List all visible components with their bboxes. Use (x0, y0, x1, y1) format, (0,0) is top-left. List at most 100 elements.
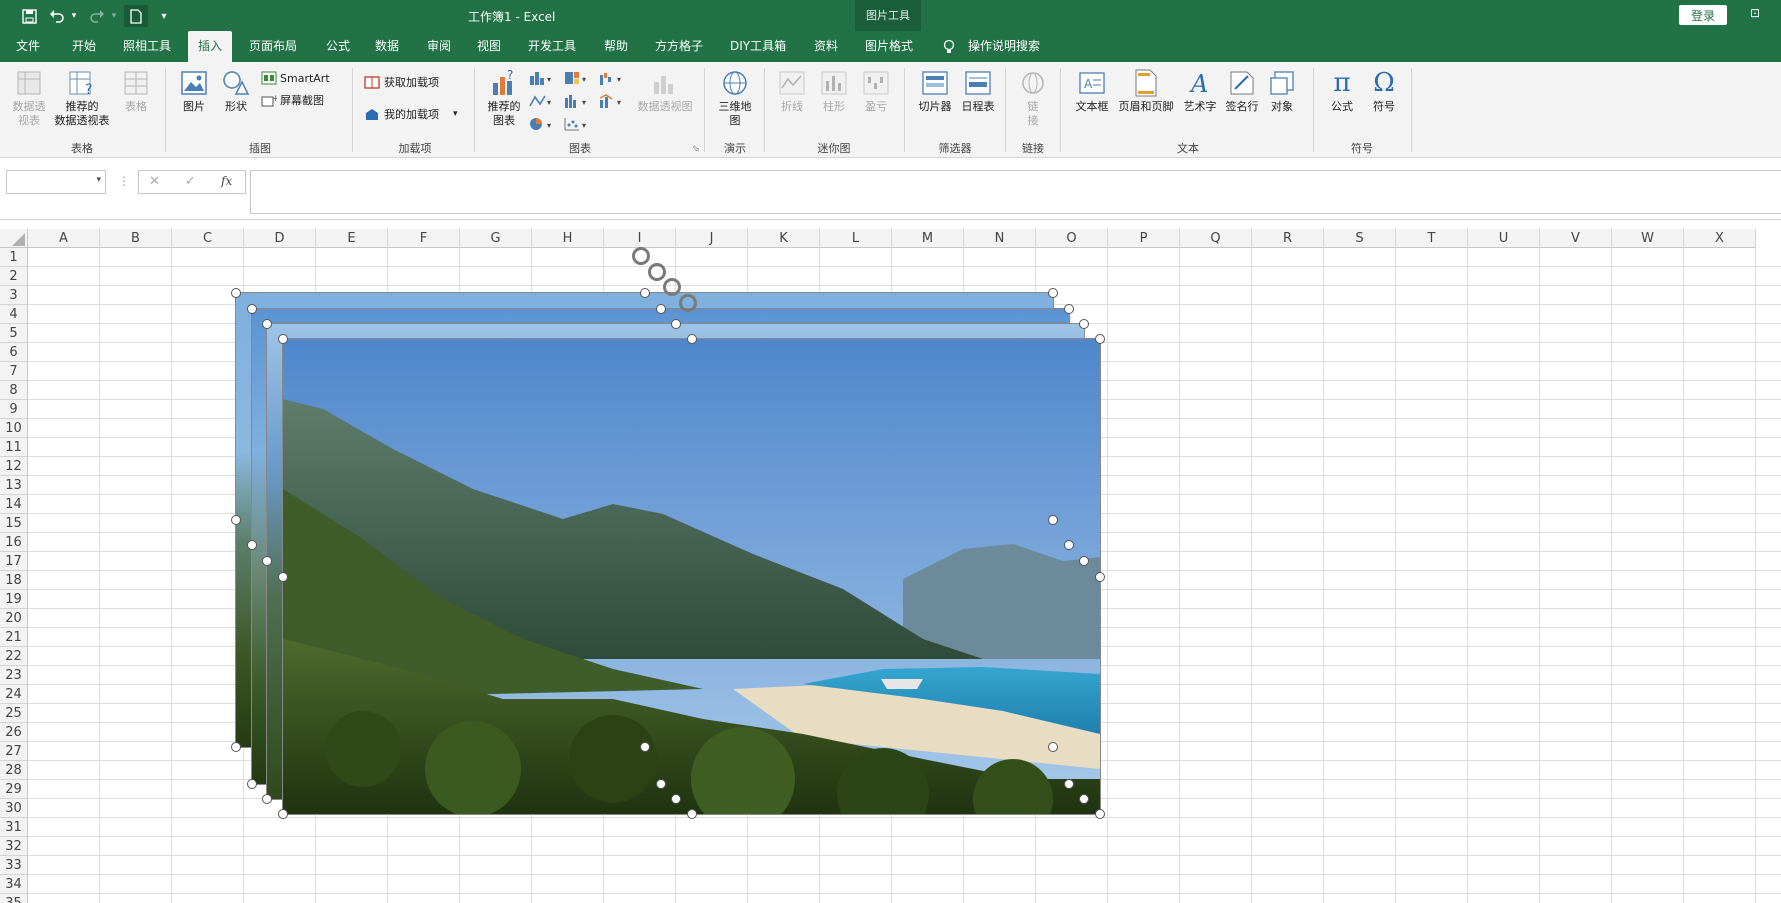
stat-chart-button[interactable]: ▾ (563, 93, 591, 109)
pie-chart-button[interactable]: ▾ (528, 116, 556, 132)
tab-home[interactable]: 开始 (72, 31, 96, 62)
row-header-32[interactable]: 32 (0, 837, 28, 856)
tab-file[interactable]: 文件 (16, 31, 40, 62)
column-chart-button[interactable]: ▾ (528, 70, 556, 86)
my-addins-dropdown-icon[interactable]: ▾ (453, 109, 458, 119)
smartart-button[interactable]: SmartArt (261, 70, 330, 86)
rotate-handle-icon[interactable] (679, 294, 697, 312)
tab-developer[interactable]: 开发工具 (528, 31, 576, 62)
row-header-15[interactable]: 15 (0, 514, 28, 533)
resize-handle[interactable] (247, 540, 257, 550)
recommended-pivot-button[interactable]: ? 推荐的 数据透视表 (50, 68, 114, 128)
row-header-28[interactable]: 28 (0, 761, 28, 780)
row-header-11[interactable]: 11 (0, 438, 28, 457)
equation-button[interactable]: π 公式 (1324, 68, 1360, 114)
row-header-5[interactable]: 5 (0, 324, 28, 343)
select-all-corner[interactable] (0, 229, 28, 248)
object-button[interactable]: 对象 (1264, 68, 1300, 114)
tab-data[interactable]: 数据 (375, 31, 399, 62)
tab-page-layout[interactable]: 页面布局 (249, 31, 297, 62)
column-header-a[interactable]: A (28, 229, 100, 248)
column-header-l[interactable]: L (820, 229, 892, 248)
symbol-button[interactable]: Ω 符号 (1366, 68, 1402, 114)
column-header-r[interactable]: R (1252, 229, 1324, 248)
row-header-22[interactable]: 22 (0, 647, 28, 666)
resize-handle[interactable] (1079, 794, 1089, 804)
resize-handle[interactable] (1095, 809, 1105, 819)
row-header-7[interactable]: 7 (0, 362, 28, 381)
resize-handle[interactable] (687, 809, 697, 819)
timeline-button[interactable]: 日程表 (955, 68, 1001, 114)
column-header-m[interactable]: M (892, 229, 964, 248)
resize-handle[interactable] (278, 572, 288, 582)
resize-handle[interactable] (262, 794, 272, 804)
column-header-c[interactable]: C (172, 229, 244, 248)
resize-handle[interactable] (1064, 779, 1074, 789)
resize-handle[interactable] (262, 319, 272, 329)
recommended-charts-button[interactable]: ? 推荐的 图表 (482, 68, 526, 128)
row-header-4[interactable]: 4 (0, 305, 28, 324)
row-header-25[interactable]: 25 (0, 704, 28, 723)
resize-handle[interactable] (247, 304, 257, 314)
resize-handle[interactable] (231, 288, 241, 298)
login-button[interactable]: 登录 (1679, 5, 1727, 25)
column-header-w[interactable]: W (1612, 229, 1684, 248)
column-header-p[interactable]: P (1108, 229, 1180, 248)
insert-function-icon[interactable]: fx (221, 174, 232, 188)
row-header-2[interactable]: 2 (0, 267, 28, 286)
resize-handle[interactable] (1048, 288, 1058, 298)
row-header-10[interactable]: 10 (0, 419, 28, 438)
signature-line-button[interactable]: 签名行 (1222, 68, 1262, 114)
tab-fangfangezi[interactable]: 方方格子 (655, 31, 703, 62)
rotate-handle-icon[interactable] (648, 263, 666, 281)
customize-qat-icon[interactable]: ▾ (156, 5, 172, 27)
resize-handle[interactable] (278, 809, 288, 819)
column-header-h[interactable]: H (532, 229, 604, 248)
ribbon-display-icon[interactable]: ⊡ (1750, 6, 1760, 20)
resize-handle[interactable] (656, 304, 666, 314)
my-addins-button[interactable]: 我的加载项 ▾ (364, 106, 458, 122)
resize-handle[interactable] (671, 319, 681, 329)
scatter-chart-button[interactable]: ▾ (563, 116, 591, 132)
row-header-27[interactable]: 27 (0, 742, 28, 761)
row-header-33[interactable]: 33 (0, 856, 28, 875)
resize-handle[interactable] (640, 288, 650, 298)
get-addins-button[interactable]: 获取加载项 (364, 74, 439, 90)
column-header-x[interactable]: X (1684, 229, 1756, 248)
row-header-29[interactable]: 29 (0, 780, 28, 799)
rotate-handle-icon[interactable] (663, 278, 681, 296)
column-header-n[interactable]: N (964, 229, 1036, 248)
row-header-34[interactable]: 34 (0, 875, 28, 894)
waterfall-chart-button[interactable]: ▾ (598, 70, 626, 86)
rotate-handle-icon[interactable] (632, 247, 650, 265)
row-header-9[interactable]: 9 (0, 400, 28, 419)
resize-handle[interactable] (1064, 304, 1074, 314)
row-header-23[interactable]: 23 (0, 666, 28, 685)
tab-camera-tools[interactable]: 照相工具 (123, 31, 171, 62)
wordart-button[interactable]: A 艺术字 (1180, 68, 1220, 114)
row-header-19[interactable]: 19 (0, 590, 28, 609)
column-header-u[interactable]: U (1468, 229, 1540, 248)
column-header-d[interactable]: D (244, 229, 316, 248)
column-header-e[interactable]: E (316, 229, 388, 248)
resize-handle[interactable] (1095, 572, 1105, 582)
resize-handle[interactable] (687, 334, 697, 344)
row-header-6[interactable]: 6 (0, 343, 28, 362)
tell-me-search[interactable]: 操作说明搜索 (968, 31, 1040, 62)
resize-handle[interactable] (656, 779, 666, 789)
row-header-35[interactable]: 35 (0, 894, 28, 903)
row-header-31[interactable]: 31 (0, 818, 28, 837)
resize-handle[interactable] (1079, 319, 1089, 329)
tab-formulas[interactable]: 公式 (326, 31, 350, 62)
resize-handle[interactable] (1064, 540, 1074, 550)
3d-map-button[interactable]: 三维地 图 (710, 68, 760, 128)
undo-dropdown-icon[interactable]: ▾ (68, 5, 80, 27)
save-icon[interactable] (18, 5, 40, 27)
row-header-12[interactable]: 12 (0, 457, 28, 476)
column-header-j[interactable]: J (676, 229, 748, 248)
name-box-dropdown-icon[interactable]: ▾ (96, 175, 101, 185)
resize-handle[interactable] (231, 742, 241, 752)
name-box[interactable]: ▾ (6, 170, 106, 194)
row-header-21[interactable]: 21 (0, 628, 28, 647)
column-header-g[interactable]: G (460, 229, 532, 248)
